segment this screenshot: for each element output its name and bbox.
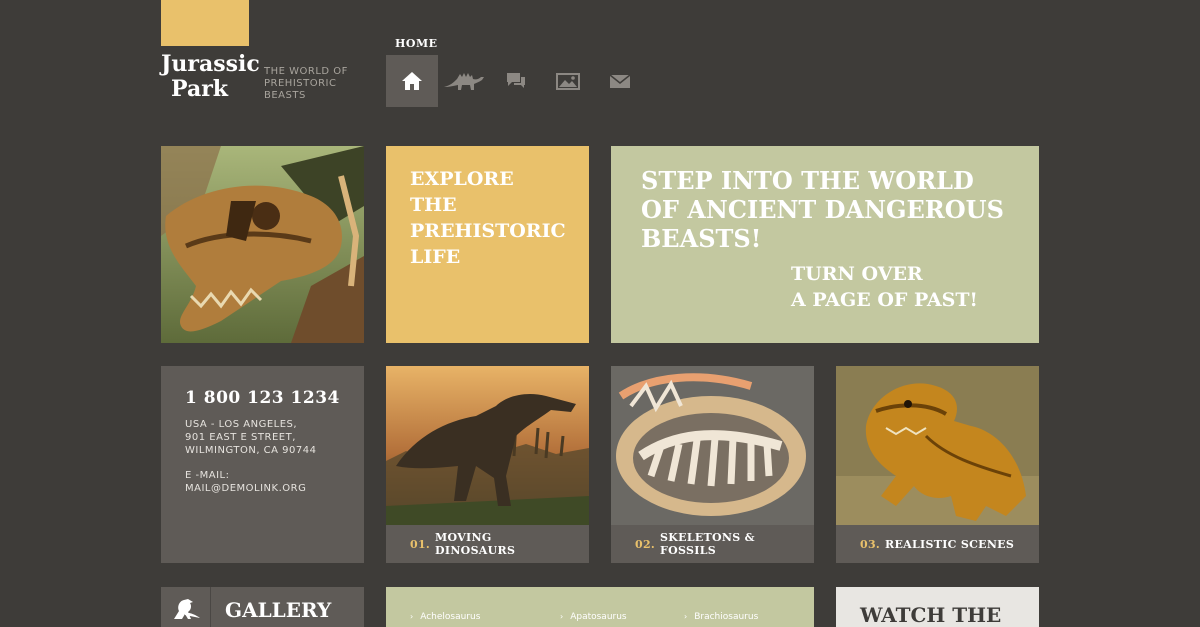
feature-card-skeletons-fossils[interactable]: 02. SKELETONS & FOSSILS [611,366,814,563]
feature-caption: 01. MOVING DINOSAURS [386,525,589,563]
speech-bubbles-icon [507,73,525,88]
species-link-label: Apatosaurus [570,611,627,622]
contact-address-line-3: WILMINGTON, CA 90744 [185,445,317,456]
feature-label: SKELETONS & FOSSILS [660,531,755,557]
contact-address-line-2: 901 EAST E STREET, [185,432,296,443]
contact-box: 1 800 123 1234 USA - LOS ANGELES, 901 EA… [161,366,364,563]
species-link[interactable]: › Apatosaurus [560,606,684,627]
logo-line-2: Park [171,76,229,102]
feature-number: 02. [635,537,656,551]
contact-phone: 1 800 123 1234 [185,388,340,408]
envelope-icon [609,74,631,88]
dinosaur-icon [161,587,211,627]
dinosaur-skull-photo [161,146,364,343]
nav-item-gallery[interactable] [542,55,594,107]
moving-dinosaur-photo [386,366,589,525]
site-tagline: THE WORLD OF PREHISTORIC BEASTS [264,66,348,101]
feature-card-realistic-scenes[interactable]: 03. REALISTIC SCENES [836,366,1039,563]
gallery-title: GALLERY [225,598,332,622]
home-icon [402,72,422,90]
watch-video-box[interactable]: WATCH THE [836,587,1039,627]
explore-text: EXPLORE THE PREHISTORIC LIFE [410,168,566,268]
nav-item-home[interactable] [386,55,438,107]
nav-item-contacts[interactable] [594,55,646,107]
species-link[interactable]: › Achelosaurus [410,606,560,627]
species-link[interactable]: › Brachiosaurus [684,606,758,627]
hero-banner: STEP INTO THE WORLD OF ANCIENT DANGEROUS… [611,146,1039,343]
logo-color-block [161,0,249,46]
chevron-right-icon: › [410,612,414,621]
fossil-photo [611,366,814,525]
main-nav [386,55,646,107]
watch-title: WATCH THE [860,603,1002,627]
hero-subtitle-line-2: A PAGE OF PAST! [791,289,978,311]
feature-caption: 02. SKELETONS & FOSSILS [611,525,814,563]
feature-number: 01. [410,537,431,551]
chevron-right-icon: › [560,612,564,621]
site-logo[interactable]: Jurassic Park [161,52,261,102]
feature-number: 03. [860,537,881,551]
hero-title: STEP INTO THE WORLD OF ANCIENT DANGEROUS… [641,166,1004,253]
explore-tile[interactable]: EXPLORE THE PREHISTORIC LIFE [386,146,589,343]
species-list: › Achelosaurus › Apatosaurus › Brachiosa… [386,587,814,627]
species-link-label: Brachiosaurus [694,611,759,622]
contact-address-line-1: USA - LOS ANGELES, [185,419,298,430]
dinosaur-icon [444,73,484,90]
feature-label: MOVING DINOSAURS [435,531,516,557]
nav-item-testimonials[interactable] [490,55,542,107]
nav-item-dinosaurs[interactable] [438,55,490,107]
feature-card-moving-dinosaurs[interactable]: 01. MOVING DINOSAURS [386,366,589,563]
chevron-right-icon: › [684,612,688,621]
contact-email-link[interactable]: MAIL@DEMOLINK.ORG [185,482,340,495]
species-link-label: Achelosaurus [420,611,481,622]
gallery-header[interactable]: GALLERY [161,587,364,627]
logo-line-1: Jurassic [161,51,260,77]
realistic-dinosaur-photo [836,366,1039,525]
feature-caption: 03. REALISTIC SCENES [836,525,1039,563]
hero-subtitle: TURN OVER A PAGE OF PAST! [791,261,1009,313]
contact-email-label: E -MAIL: [185,470,230,481]
hero-subtitle-line-1: TURN OVER [791,263,923,285]
nav-active-label: HOME [395,37,438,50]
feature-label: REALISTIC SCENES [885,537,1015,551]
picture-icon [556,73,580,90]
